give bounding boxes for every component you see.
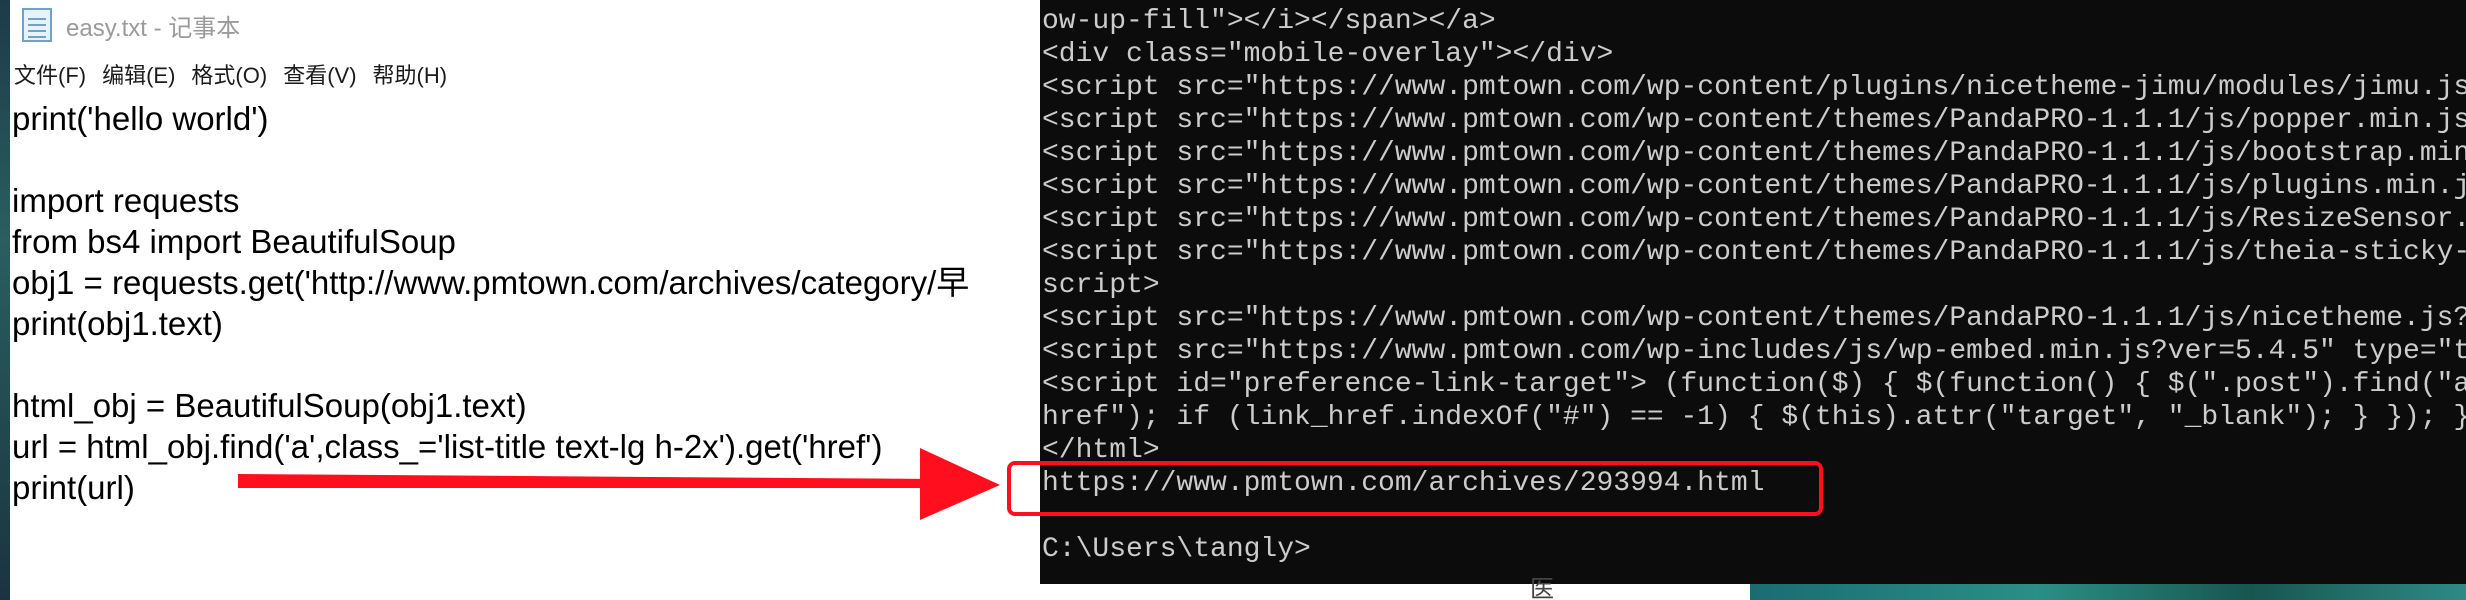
menu-help[interactable]: 帮助(H) (373, 58, 448, 90)
notepad-text-area[interactable]: print('hello world') import requests fro… (10, 98, 1040, 600)
console-line: <script src="https://www.pmtown.com/wp-c… (1042, 72, 2466, 103)
notepad-window: easy.txt - 记事本 文件(F) 编辑(E) 格式(O) 查看(V) 帮… (10, 0, 1040, 600)
desktop-icon-label: 医 (1530, 576, 1554, 600)
console-prompt[interactable]: C:\Users\tangly> (1042, 533, 1311, 566)
notepad-icon (22, 8, 52, 42)
menu-edit[interactable]: 编辑(E) (102, 58, 175, 90)
console-line: </html> (1042, 435, 1160, 466)
desktop-wallpaper-strip (1750, 584, 2466, 600)
console-line: href"); if (link_href.indexOf("#") == -1… (1042, 402, 2466, 433)
desktop-background-left (0, 0, 10, 600)
console-line: <script src="https://www.pmtown.com/wp-c… (1042, 105, 2466, 136)
console-line: <script id="preference-link-target"> (fu… (1042, 369, 2466, 400)
console-line: <script src="https://www.pmtown.com/wp-i… (1042, 336, 2466, 367)
code-line: print(url) (12, 469, 135, 506)
console-line: ow-up-fill"></i></span></a> (1042, 6, 1496, 37)
code-line: print(obj1.text) (12, 305, 223, 342)
code-line: import requests (12, 182, 240, 219)
notepad-title-bar[interactable]: easy.txt - 记事本 (10, 0, 1040, 50)
code-line: from bs4 import BeautifulSoup (12, 223, 456, 260)
window-title: easy.txt - 记事本 (66, 14, 241, 42)
console-output-url: https://www.pmtown.com/archives/293994.h… (1042, 468, 1765, 499)
console-line: <script src="https://www.pmtown.com/wp-c… (1042, 138, 2466, 169)
menu-file[interactable]: 文件(F) (14, 58, 86, 90)
console-line: <script src="https://www.pmtown.com/wp-c… (1042, 171, 2466, 202)
console-line: <script src="https://www.pmtown.com/wp-c… (1042, 237, 2466, 268)
console-line: script> (1042, 270, 1160, 301)
console-line: <script src="https://www.pmtown.com/wp-c… (1042, 204, 2466, 235)
menu-view[interactable]: 查看(V) (283, 58, 356, 90)
code-line: url = html_obj.find('a',class_='list-tit… (12, 428, 883, 465)
console-window[interactable]: ow-up-fill"></i></span></a> <div class="… (1040, 0, 2466, 584)
console-line: <script src="https://www.pmtown.com/wp-c… (1042, 303, 2466, 334)
code-line: obj1 = requests.get('http://www.pmtown.c… (12, 264, 970, 301)
code-line: html_obj = BeautifulSoup(obj1.text) (12, 387, 527, 424)
code-line: print('hello world') (12, 100, 269, 137)
notepad-menu-bar: 文件(F) 编辑(E) 格式(O) 查看(V) 帮助(H) (10, 54, 1040, 94)
console-line: <div class="mobile-overlay"></div> (1042, 39, 1614, 70)
menu-format[interactable]: 格式(O) (191, 58, 267, 90)
